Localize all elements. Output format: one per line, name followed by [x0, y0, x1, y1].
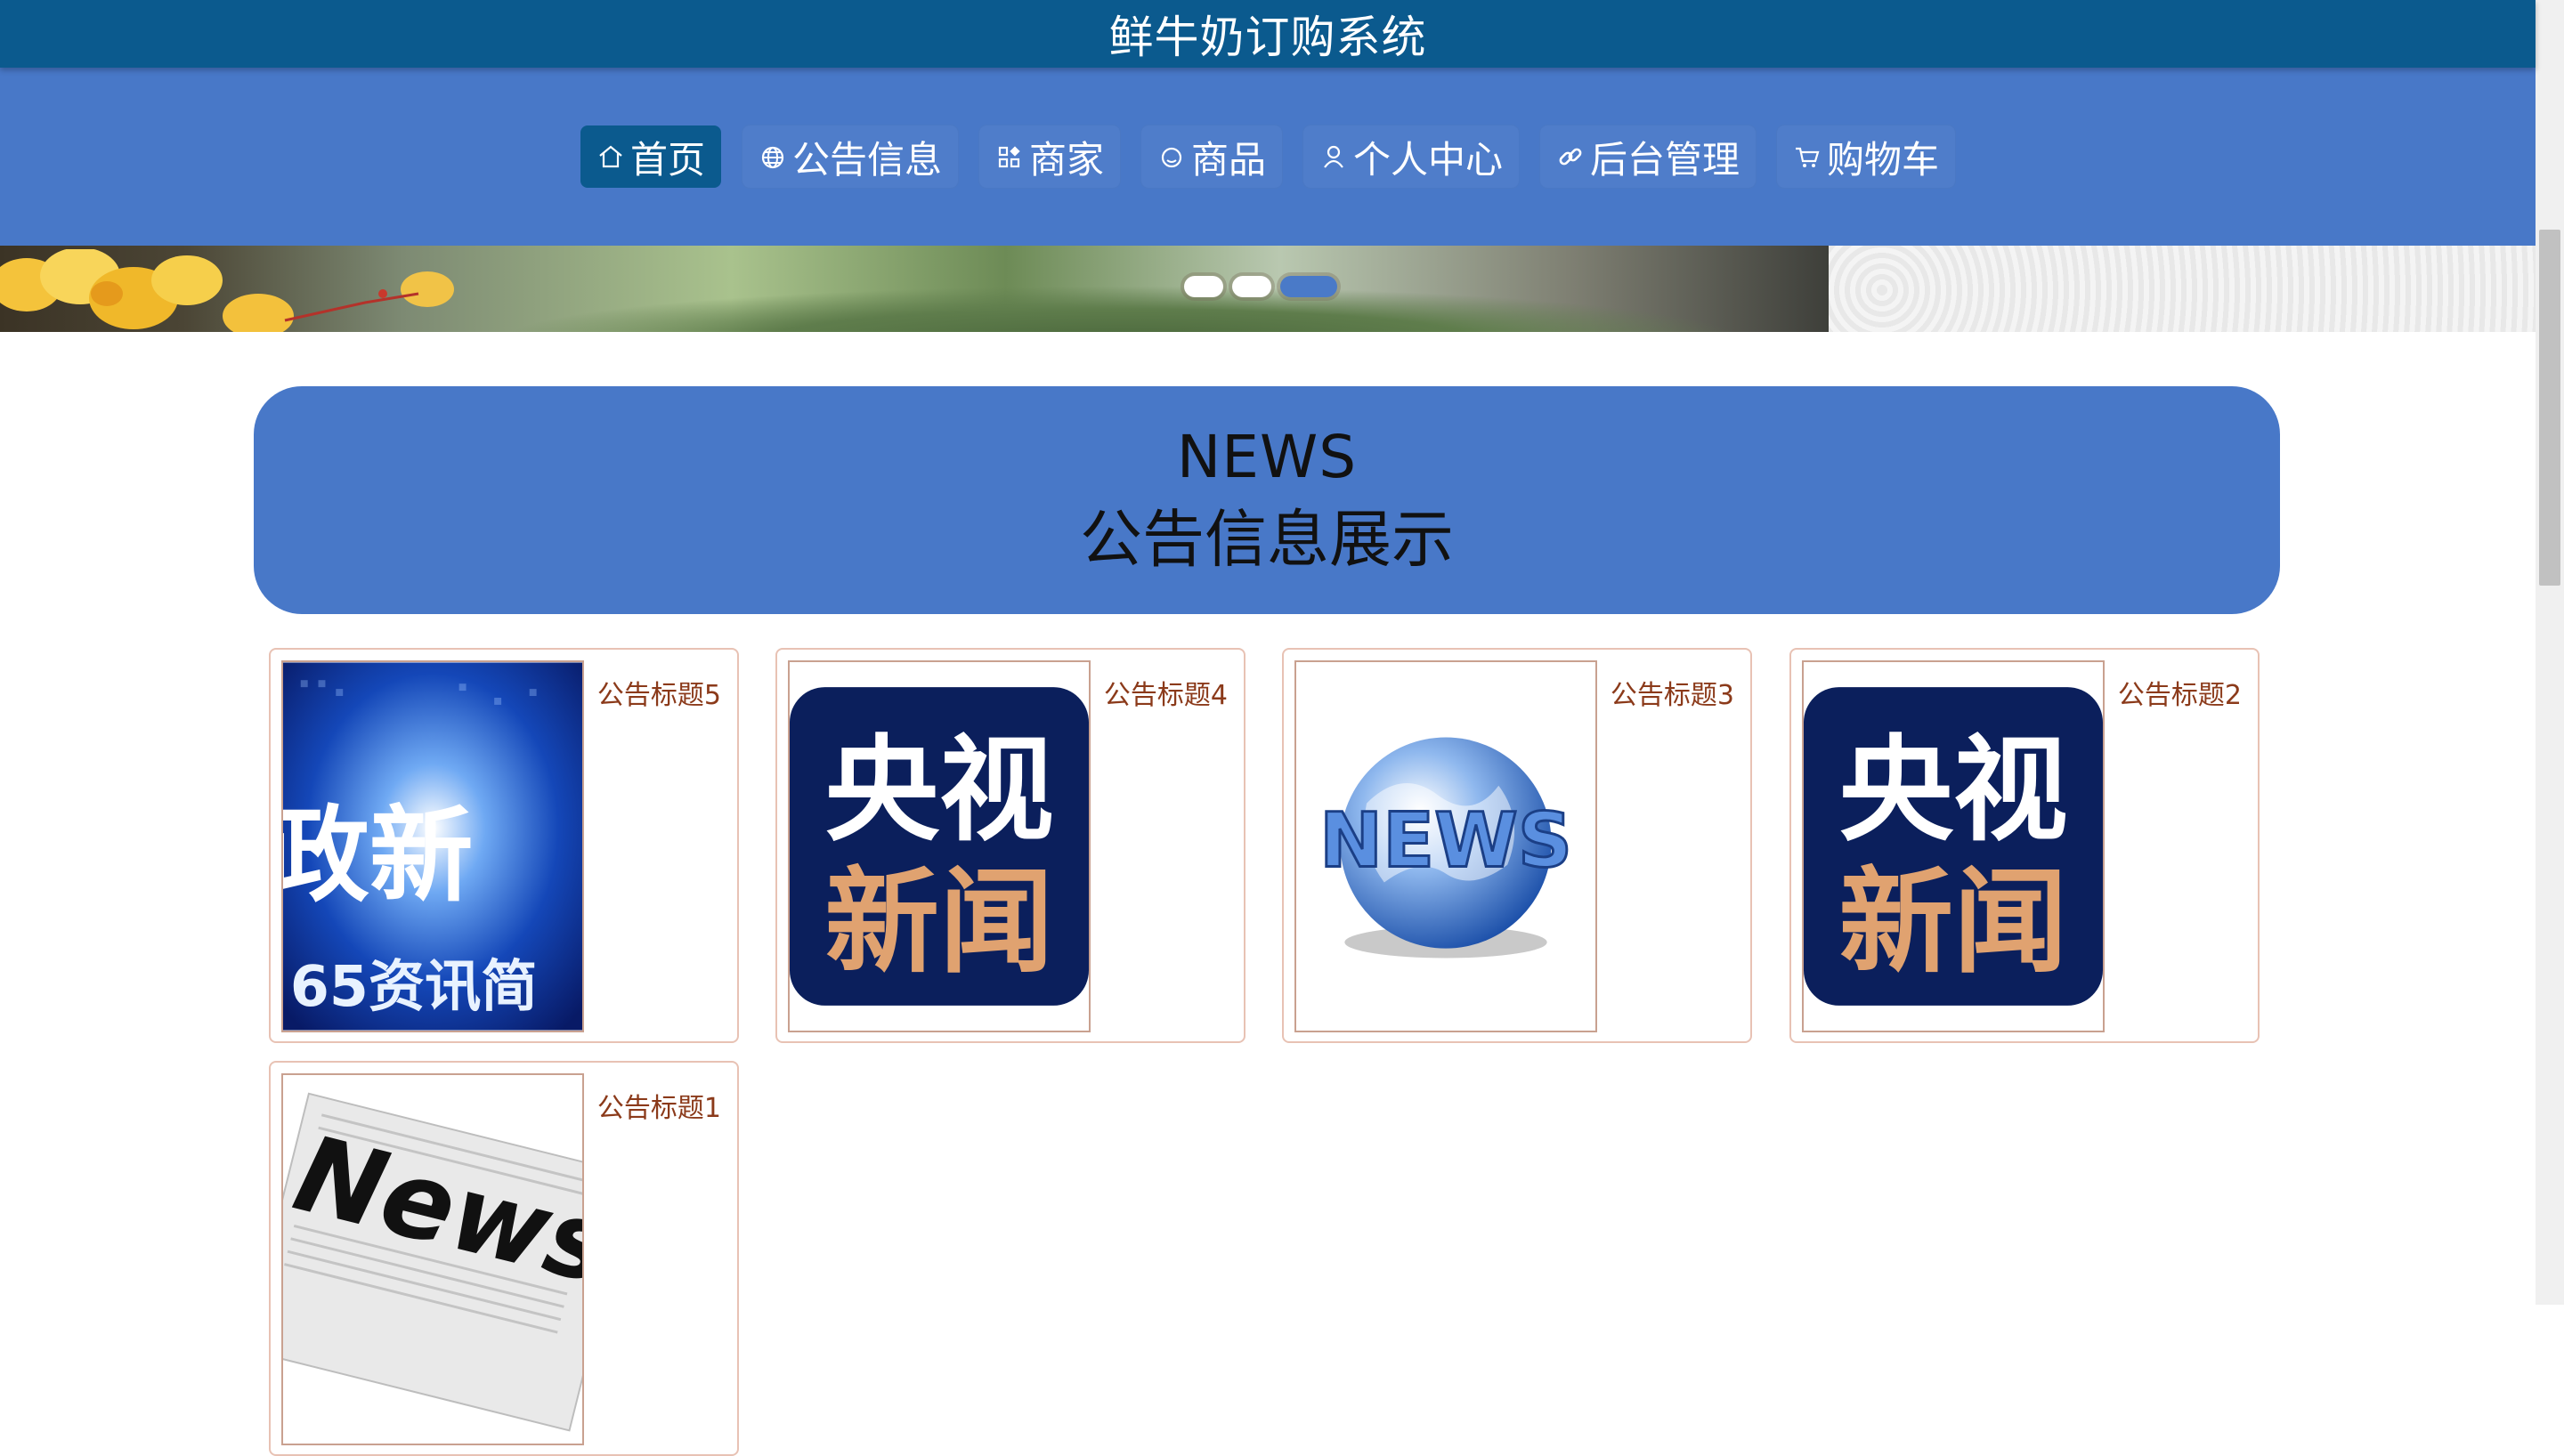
- app-title-bar: 鲜牛奶订购系统: [0, 0, 2536, 68]
- news-card-image[interactable]: 央视 新闻: [1802, 660, 2105, 1032]
- nav-item-announcements[interactable]: 公告信息: [742, 125, 958, 188]
- svg-text:NEWS: NEWS: [1319, 797, 1572, 886]
- svg-text:新闻: 新闻: [825, 856, 1054, 989]
- news-card-image[interactable]: 政新 65资讯简: [281, 660, 584, 1032]
- nav-item-label: 公告信息: [791, 137, 942, 182]
- home-icon: [596, 142, 625, 171]
- main-nav: 首页 公告信息 商家 商品 个人中心 后台管理 购物车: [580, 125, 1956, 188]
- svg-text:央视: 央视: [1839, 724, 2068, 857]
- cart-icon: [1793, 142, 1822, 171]
- nav-item-admin[interactable]: 后台管理: [1540, 125, 1757, 188]
- globe-icon: [759, 142, 787, 171]
- news-card-title[interactable]: 公告标题1: [597, 1086, 721, 1125]
- news-section-header: NEWS 公告信息展示: [254, 386, 2280, 614]
- news-heading-en: NEWS: [1176, 423, 1358, 491]
- news-card[interactable]: 政新 65资讯简 公告标题5: [269, 648, 739, 1043]
- nav-item-label: 个人中心: [1353, 137, 1504, 182]
- carousel-dot[interactable]: [1232, 276, 1271, 297]
- news-card[interactable]: 央视 新闻 公告标题2: [1789, 648, 2260, 1043]
- svg-text:政新: 政新: [283, 795, 473, 916]
- banner-pattern: [1829, 246, 2536, 332]
- carousel-dot-active[interactable]: [1280, 276, 1337, 297]
- nav-item-label: 购物车: [1827, 137, 1940, 182]
- news-card[interactable]: 央视 新闻 公告标题4: [775, 648, 1245, 1043]
- news-thumbnail: NEWS: [1296, 662, 1595, 1031]
- svg-text:央视: 央视: [825, 724, 1054, 857]
- news-card[interactable]: NEWS 公告标题3: [1282, 648, 1752, 1043]
- news-thumbnail: News: [283, 1075, 582, 1444]
- link-icon: [1556, 142, 1585, 171]
- scrollbar-thumb[interactable]: [2539, 230, 2560, 586]
- carousel-dot[interactable]: [1184, 276, 1223, 297]
- news-card-title[interactable]: 公告标题4: [1104, 673, 1228, 712]
- nav-item-label: 首页: [629, 137, 705, 182]
- news-card-image[interactable]: NEWS: [1294, 660, 1597, 1032]
- nav-item-merchants[interactable]: 商家: [978, 125, 1120, 188]
- app-title: 鲜牛奶订购系统: [1108, 12, 1427, 63]
- svg-text:65资讯简: 65资讯简: [290, 953, 538, 1019]
- flower-image: [0, 249, 454, 332]
- scrollbar-track[interactable]: [2536, 0, 2564, 1305]
- nav-item-products[interactable]: 商品: [1140, 125, 1282, 188]
- circle-icon: [1157, 142, 1186, 171]
- grid-icon: [995, 142, 1024, 171]
- news-card-image[interactable]: News: [281, 1073, 584, 1445]
- news-thumbnail: 政新 65资讯简: [283, 662, 582, 1031]
- news-card-title[interactable]: 公告标题3: [1611, 673, 1734, 712]
- news-card-title[interactable]: 公告标题2: [2118, 673, 2242, 712]
- nav-item-label: 商家: [1028, 137, 1104, 182]
- svg-text:新闻: 新闻: [1839, 856, 2068, 989]
- nav-item-cart[interactable]: 购物车: [1777, 125, 1956, 188]
- nav-item-home[interactable]: 首页: [580, 125, 721, 188]
- nav-item-label: 商品: [1190, 137, 1266, 182]
- news-thumbnail: 央视 新闻: [790, 662, 1089, 1031]
- news-card-image[interactable]: 央视 新闻: [788, 660, 1091, 1032]
- news-heading-cn: 公告信息展示: [1080, 503, 1454, 576]
- news-thumbnail: 央视 新闻: [1804, 662, 2103, 1031]
- banner-hill: [499, 286, 1745, 332]
- nav-item-profile[interactable]: 个人中心: [1303, 125, 1520, 188]
- nav-item-label: 后台管理: [1590, 137, 1740, 182]
- nav-bar: 首页 公告信息 商家 商品 个人中心 后台管理 购物车: [0, 68, 2536, 246]
- news-card[interactable]: News 公告标题1: [269, 1061, 739, 1456]
- carousel-dots: [1184, 276, 1337, 297]
- user-icon: [1319, 142, 1348, 171]
- news-card-title[interactable]: 公告标题5: [597, 673, 721, 712]
